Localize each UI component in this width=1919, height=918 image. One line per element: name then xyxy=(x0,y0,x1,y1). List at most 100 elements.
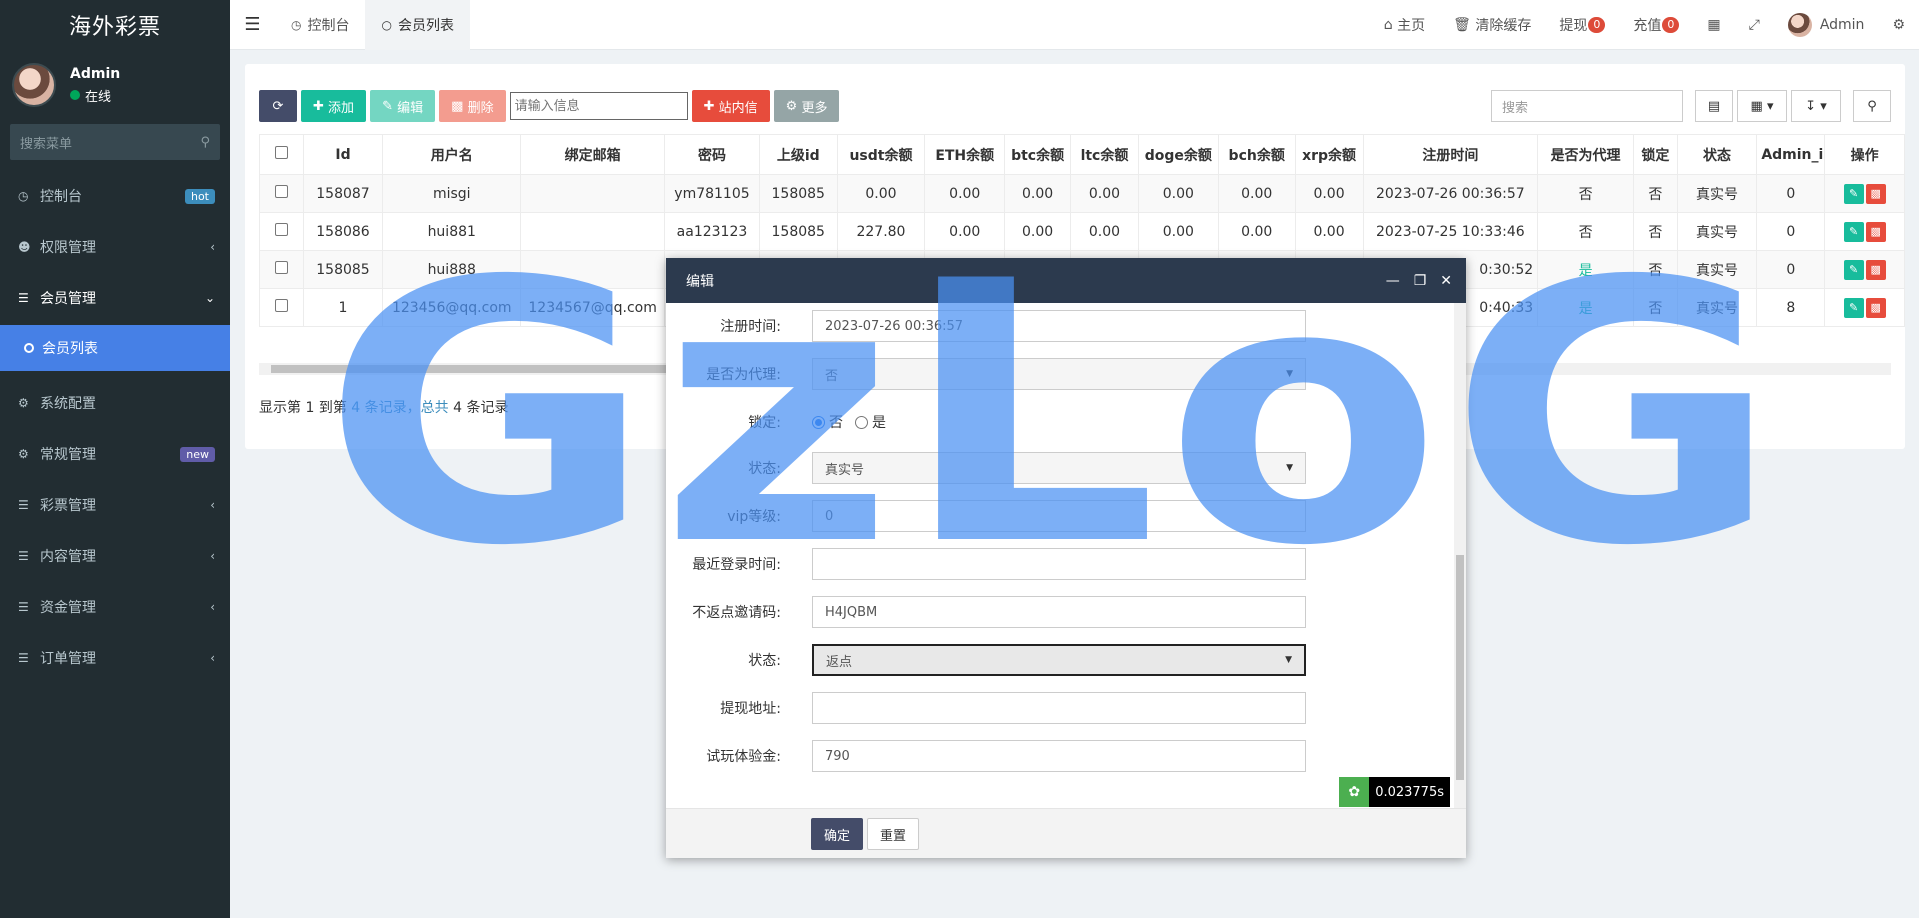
withdraw-link[interactable]: 提现 0 xyxy=(1545,15,1619,35)
table-row[interactable]: 158087 misgi ym781105 158085 0.00 0.00 0… xyxy=(259,174,1905,213)
cell: 158085 xyxy=(758,174,838,213)
recharge-link[interactable]: 充值 0 xyxy=(1619,15,1693,35)
agent-select[interactable]: 否 ▼ xyxy=(812,358,1306,390)
dialog-header[interactable]: 编辑 — ❐ ✕ xyxy=(666,258,1466,303)
lock-no-radio[interactable] xyxy=(812,415,825,429)
row-checkbox[interactable] xyxy=(259,250,304,289)
row-checkbox[interactable] xyxy=(259,288,304,327)
sidebar-item-funds[interactable]: ☰ 资金管理 ‹ xyxy=(0,581,230,632)
col-header[interactable]: 注册时间 xyxy=(1362,134,1539,175)
fullscreen-icon[interactable]: ⤢ xyxy=(1735,17,1774,33)
withdraw-address-field[interactable] xyxy=(812,692,1306,724)
col-header[interactable]: 是否为代理 xyxy=(1537,134,1634,175)
col-header[interactable]: Admin_id xyxy=(1756,134,1826,175)
delete-row-button[interactable]: ▩ xyxy=(1865,221,1886,242)
col-header[interactable]: xrp余额 xyxy=(1294,134,1364,175)
select-all-checkbox[interactable] xyxy=(259,134,304,175)
col-header[interactable]: 上级id xyxy=(758,134,838,175)
menu-toggle-icon[interactable]: ☰ xyxy=(230,14,275,35)
delete-row-button[interactable]: ▩ xyxy=(1865,183,1886,204)
app-logo-title[interactable]: 海外彩票 xyxy=(0,0,230,50)
tab-dashboard[interactable]: ◷ 控制台 xyxy=(275,0,365,50)
admin-user-menu[interactable]: Admin xyxy=(1774,13,1879,37)
trial-balance-field[interactable]: 790 xyxy=(812,740,1306,772)
clear-cache-link[interactable]: 🗑 清除缓存 xyxy=(1439,15,1545,35)
settings-gears-icon[interactable]: ⚙ xyxy=(1878,17,1919,33)
sidebar-item-member-list[interactable]: 会员列表 xyxy=(0,325,230,371)
menu-search-input[interactable]: 搜索菜单 ⚲ xyxy=(10,124,220,160)
sidebar-item-members[interactable]: ☰ 会员管理 ⌄ xyxy=(0,272,230,323)
edit-button[interactable]: ✎ 编辑 xyxy=(370,90,436,122)
row-checkbox[interactable] xyxy=(259,174,304,213)
sidebar-item-content[interactable]: ☰ 内容管理 ‹ xyxy=(0,530,230,581)
col-header[interactable]: 用户名 xyxy=(382,134,522,175)
col-header[interactable]: Id xyxy=(302,134,384,175)
dialog-scrollbar[interactable] xyxy=(1454,303,1466,808)
search-icon: ⚲ xyxy=(1867,98,1877,114)
info-input[interactable] xyxy=(509,92,688,120)
export-dropdown-button[interactable]: ↧ ▾ xyxy=(1791,90,1841,122)
add-button[interactable]: ✚ 添加 xyxy=(301,90,367,122)
sidebar-item-general[interactable]: ⚙ 常规管理 new xyxy=(0,428,230,479)
col-header[interactable]: btc余额 xyxy=(1004,134,1072,175)
col-header[interactable]: 密码 xyxy=(664,134,760,175)
reset-button[interactable]: 重置 xyxy=(867,818,919,850)
sidebar-item-permissions[interactable]: ☻ 权限管理 ‹ xyxy=(0,221,230,272)
col-header[interactable]: ltc余额 xyxy=(1070,134,1139,175)
vip-level-field[interactable]: 0 xyxy=(812,500,1306,532)
trash-icon: ▩ xyxy=(451,98,464,114)
last-login-field[interactable] xyxy=(812,548,1306,580)
col-header[interactable]: 绑定邮箱 xyxy=(520,134,666,175)
tab-member-list[interactable]: ○ 会员列表 xyxy=(365,0,470,50)
edit-row-button[interactable]: ✎ xyxy=(1843,183,1864,204)
sidebar-item-orders[interactable]: ☰ 订单管理 ‹ xyxy=(0,632,230,683)
delete-row-button[interactable]: ▩ xyxy=(1865,259,1886,280)
col-header[interactable]: ETH余额 xyxy=(924,134,1006,175)
recharge-count-badge: 0 xyxy=(1662,17,1680,33)
sidebar-item-system-config[interactable]: ⚙ 系统配置 xyxy=(0,377,230,428)
cell: 0 xyxy=(1756,212,1826,251)
toggle-view-button[interactable]: ▤ xyxy=(1695,90,1733,122)
language-icon[interactable]: ▦ xyxy=(1693,17,1734,33)
edit-row-button[interactable]: ✎ xyxy=(1843,221,1864,242)
edit-row-button[interactable]: ✎ xyxy=(1843,259,1864,280)
refresh-button[interactable]: ⟳ xyxy=(259,90,297,122)
message-button[interactable]: ✚ 站内信 xyxy=(691,90,770,122)
dashboard-icon: ◷ xyxy=(18,188,29,203)
cell: hui881 xyxy=(382,212,522,251)
rebate-status-select[interactable]: 返点 ▼ xyxy=(812,644,1306,676)
col-header[interactable]: 锁定 xyxy=(1632,134,1678,175)
col-header[interactable]: usdt余额 xyxy=(836,134,926,175)
delete-row-button[interactable]: ▩ xyxy=(1865,297,1886,318)
invite-code-field[interactable]: H4JQBM xyxy=(812,596,1306,628)
table-icon: ▤ xyxy=(1707,98,1721,114)
field-label: 注册时间: xyxy=(720,319,781,335)
more-button[interactable]: ⚙ 更多 xyxy=(773,90,840,122)
reg-time-field[interactable]: 2023-07-26 00:36:57 xyxy=(812,310,1306,342)
col-header[interactable]: bch余额 xyxy=(1217,134,1296,175)
columns-dropdown-button[interactable]: ▦ ▾ xyxy=(1737,90,1787,122)
status-select[interactable]: 真实号 ▼ xyxy=(812,452,1306,484)
minimize-icon[interactable]: — xyxy=(1386,273,1400,289)
col-header[interactable]: doge余额 xyxy=(1137,134,1219,175)
row-actions: ✎ ▩ xyxy=(1824,250,1905,289)
lock-yes-radio[interactable] xyxy=(855,415,868,429)
delete-button[interactable]: ▩ 删除 xyxy=(439,90,506,122)
cell: 8 xyxy=(1756,288,1826,327)
gear-icon: ⚙ xyxy=(18,395,29,410)
close-icon[interactable]: ✕ xyxy=(1440,273,1452,289)
search-button[interactable]: ⚲ xyxy=(1853,90,1891,122)
col-header[interactable]: 状态 xyxy=(1676,134,1758,175)
trace-timer[interactable]: ✿ 0.023775s xyxy=(1339,777,1450,807)
cell: 158085 xyxy=(302,250,384,289)
sidebar-item-dashboard[interactable]: ◷ 控制台 hot xyxy=(0,170,230,221)
maximize-icon[interactable]: ❐ xyxy=(1414,273,1427,289)
cell: 158086 xyxy=(302,212,384,251)
table-row[interactable]: 158086 hui881 aa123123 158085 227.80 0.0… xyxy=(259,212,1905,251)
row-checkbox[interactable] xyxy=(259,212,304,251)
table-search-input[interactable]: 搜索 xyxy=(1491,90,1683,122)
home-link[interactable]: ⌂ 主页 xyxy=(1370,15,1439,35)
confirm-button[interactable]: 确定 xyxy=(811,818,863,850)
edit-row-button[interactable]: ✎ xyxy=(1843,297,1864,318)
sidebar-item-lottery[interactable]: ☰ 彩票管理 ‹ xyxy=(0,479,230,530)
